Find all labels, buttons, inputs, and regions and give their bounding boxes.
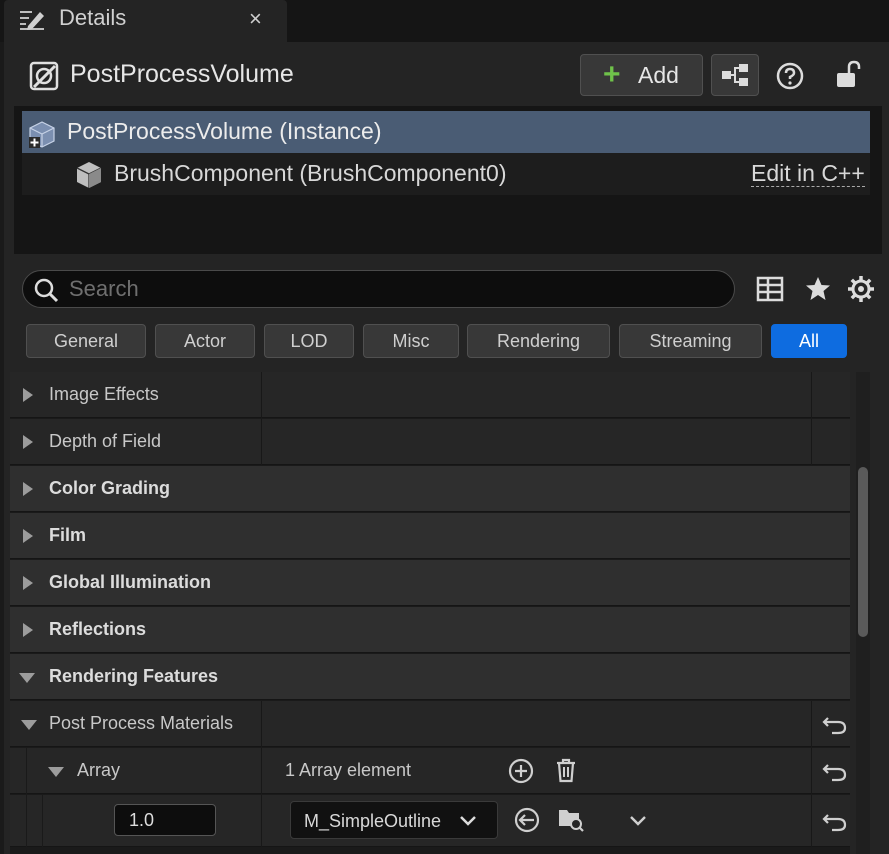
category-label: Global Illumination — [49, 572, 211, 592]
search-icon — [34, 278, 59, 303]
details-tab[interactable]: Details × — [4, 0, 287, 42]
edit-in-cpp-link[interactable]: Edit in C++ — [751, 160, 865, 187]
browse-asset-icon[interactable] — [557, 805, 585, 833]
material-name: M_SimpleOutline — [304, 811, 442, 831]
tree-item-brush-component[interactable]: BrushComponent (BrushComponent0) Edit in… — [22, 153, 870, 195]
property-list: Image Effects Depth of Field Color Gradi… — [10, 372, 850, 854]
filter-general[interactable]: General — [26, 324, 146, 358]
tab-title: Details — [59, 5, 127, 30]
column-divider — [261, 748, 262, 794]
search-input[interactable] — [69, 275, 709, 303]
property-array[interactable]: Array 1 Array element — [10, 748, 850, 794]
property-label: Post Process Materials — [49, 713, 234, 733]
reset-to-default-icon[interactable] — [822, 713, 848, 735]
category-color-grading[interactable]: Color Grading — [10, 466, 850, 512]
expand-arrow-icon[interactable] — [23, 388, 33, 402]
table-view-icon[interactable] — [755, 274, 785, 304]
expand-arrow-icon[interactable] — [23, 482, 33, 496]
property-label: Image Effects — [49, 384, 159, 404]
reset-to-default-icon[interactable] — [822, 810, 848, 832]
property-depth-of-field[interactable]: Depth of Field — [10, 419, 850, 465]
column-divider — [811, 419, 812, 465]
use-selected-asset-icon[interactable] — [513, 806, 541, 834]
category-label: Rendering Features — [49, 666, 219, 686]
collapse-arrow-icon[interactable] — [48, 767, 64, 777]
blueprint-button[interactable] — [711, 54, 759, 96]
indent-guide — [42, 795, 43, 847]
array-count: 1 Array element — [285, 760, 412, 780]
column-divider — [811, 372, 812, 418]
filter-rendering[interactable]: Rendering — [467, 324, 610, 358]
column-divider — [261, 795, 262, 847]
post-process-volume-icon — [29, 61, 59, 91]
column-divider — [811, 701, 812, 747]
column-divider — [261, 419, 262, 465]
category-label: Reflections — [49, 619, 147, 639]
brush-component-cube-icon — [76, 162, 102, 188]
plus-icon: + — [603, 58, 621, 91]
category-rendering-features[interactable]: Rendering Features — [10, 654, 850, 700]
close-icon[interactable]: × — [249, 6, 262, 32]
column-divider — [261, 701, 262, 747]
scrollbar-thumb[interactable] — [858, 467, 868, 637]
property-image-effects[interactable]: Image Effects — [10, 372, 850, 418]
unlock-icon[interactable] — [833, 58, 863, 90]
expand-arrow-icon[interactable] — [23, 576, 33, 590]
collapse-arrow-icon[interactable] — [21, 720, 37, 730]
filter-all[interactable]: All — [771, 324, 847, 358]
instance-label: PostProcessVolume (Instance) — [67, 118, 382, 144]
actor-title: PostProcessVolume — [70, 60, 294, 88]
category-label: Color Grading — [49, 478, 170, 498]
scrollbar[interactable] — [856, 372, 870, 854]
material-asset-combo[interactable]: M_SimpleOutline — [290, 801, 498, 839]
expand-arrow-icon[interactable] — [23, 529, 33, 543]
tree-item-instance[interactable]: PostProcessVolume (Instance) — [22, 111, 870, 153]
chevron-down-icon — [460, 816, 476, 826]
property-label: Array — [77, 760, 121, 780]
filter-misc[interactable]: Misc — [363, 324, 459, 358]
expand-arrow-icon[interactable] — [23, 623, 33, 637]
category-global-illumination[interactable]: Global Illumination — [10, 560, 850, 606]
property-post-process-materials[interactable]: Post Process Materials — [10, 701, 850, 747]
expand-chevron-icon[interactable] — [624, 807, 652, 835]
column-divider — [811, 748, 812, 794]
collapse-arrow-icon[interactable] — [19, 673, 35, 683]
category-label: Film — [49, 525, 87, 545]
blueprint-hierarchy-icon — [722, 64, 748, 86]
details-panel: PostProcessVolume + Add PostProcessVolum… — [4, 42, 889, 854]
filter-streaming[interactable]: Streaming — [619, 324, 762, 358]
expand-arrow-icon[interactable] — [23, 435, 33, 449]
instance-cube-icon — [29, 121, 55, 148]
component-tree: PostProcessVolume (Instance) BrushCompon… — [14, 106, 882, 254]
category-film[interactable]: Film — [10, 513, 850, 559]
property-array-element[interactable]: 1.0 M_SimpleOutline — [10, 795, 850, 847]
filter-actor[interactable]: Actor — [155, 324, 255, 358]
column-divider — [261, 372, 262, 418]
delete-trash-icon[interactable] — [552, 756, 580, 784]
indent-guide — [26, 748, 27, 794]
favorites-star-icon[interactable] — [803, 274, 833, 304]
filter-lod[interactable]: LOD — [264, 324, 354, 358]
details-pencil-icon — [20, 11, 44, 30]
add-element-icon[interactable] — [507, 757, 535, 785]
indent-guide — [26, 795, 27, 847]
reset-to-default-icon[interactable] — [822, 760, 848, 782]
property-label: Depth of Field — [49, 431, 162, 451]
weight-input[interactable]: 1.0 — [114, 804, 216, 836]
brush-component-label: BrushComponent (BrushComponent0) — [114, 160, 507, 186]
search-box[interactable] — [22, 270, 735, 308]
add-label: Add — [638, 62, 679, 88]
category-reflections[interactable]: Reflections — [10, 607, 850, 653]
column-divider — [811, 795, 812, 847]
settings-gear-icon[interactable] — [846, 274, 876, 304]
help-icon[interactable] — [775, 61, 805, 91]
tab-bar: Details × — [0, 0, 889, 42]
add-component-button[interactable]: + Add — [580, 54, 703, 96]
